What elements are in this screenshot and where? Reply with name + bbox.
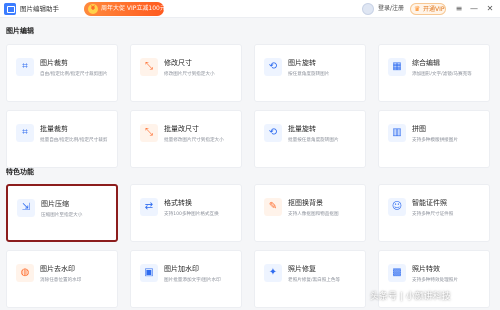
card-title: 照片修复 bbox=[288, 265, 316, 273]
card-collage[interactable]: ▥ 拼图 支持多种模版拼接图片 bbox=[378, 110, 490, 168]
id-photo-icon: ☺ bbox=[388, 198, 406, 216]
add-watermark-icon: ▣ bbox=[140, 264, 158, 282]
source-watermark: 头条号 | 小颜讲科技 bbox=[370, 292, 451, 302]
app-logo-icon bbox=[4, 3, 16, 15]
crop-icon: ⌗ bbox=[16, 58, 34, 76]
rotate-icon: ⟲ bbox=[264, 58, 282, 76]
card-title: 图片加水印 bbox=[164, 265, 199, 273]
repair-sparkle-icon: ✦ bbox=[264, 264, 282, 282]
card-description: 支持人像抠图和物品抠图 bbox=[288, 212, 339, 217]
compress-icon: ⇲ bbox=[17, 199, 35, 217]
card-description: 支持100多种图片格式互换 bbox=[164, 212, 219, 217]
card-description: 按任意角度旋转图片 bbox=[288, 72, 330, 77]
app-title: 图片编辑助手 bbox=[20, 5, 59, 13]
card-description: 支持多种模版拼接图片 bbox=[412, 138, 458, 143]
batch-resize-icon: ⤡ bbox=[140, 124, 158, 142]
user-avatar-icon[interactable] bbox=[362, 3, 374, 15]
card-title: 综合编辑 bbox=[412, 59, 440, 67]
card-batch-resize[interactable]: ⤡ 批量改尺寸 批量修改图片尺寸到指定大小 bbox=[130, 110, 242, 168]
card-add-watermark[interactable]: ▣ 图片加水印 图片批量添加文字/图片水印 bbox=[130, 250, 242, 308]
card-description: 修改图片尺寸到指定大小 bbox=[164, 72, 215, 77]
card-photo-repair[interactable]: ✦ 照片修复 老照片修复/黑白照上色等 bbox=[254, 250, 366, 308]
card-title: 图片旋转 bbox=[288, 59, 316, 67]
cutout-brush-icon: ✎ bbox=[264, 198, 282, 216]
card-title: 批量改尺寸 bbox=[164, 125, 199, 133]
card-title: 智能证件照 bbox=[412, 199, 447, 207]
promo-banner[interactable]: ¥ 周年大促 VIP立减100元 bbox=[84, 2, 166, 16]
collage-icon: ▥ bbox=[388, 124, 406, 142]
card-comprehensive-edit[interactable]: ▦ 综合编辑 添加图形/文字/滤镜/马赛克等 bbox=[378, 44, 490, 102]
open-vip-button[interactable]: ♛ 开通VIP bbox=[410, 3, 446, 15]
card-description: 批量修改图片尺寸到指定大小 bbox=[164, 138, 224, 143]
card-title: 批量旋转 bbox=[288, 125, 316, 133]
minimize-button[interactable]: — bbox=[468, 2, 480, 16]
effects-icon: ▩ bbox=[388, 264, 406, 282]
edit-grid-icon: ▦ bbox=[388, 58, 406, 76]
card-title: 拼图 bbox=[412, 125, 426, 133]
card-batch-rotate[interactable]: ⟲ 批量旋转 批量按任意角度旋转图片 bbox=[254, 110, 366, 168]
section-title-image-editing: 图片编辑 bbox=[6, 27, 34, 35]
remove-watermark-icon: ◍ bbox=[16, 264, 34, 282]
crown-icon: ♛ bbox=[414, 5, 421, 13]
card-remove-watermark[interactable]: ◍ 图片去水印 消除任意位置的水印 bbox=[6, 250, 118, 308]
batch-crop-icon: ⌗ bbox=[16, 124, 34, 142]
card-id-photo[interactable]: ☺ 智能证件照 支持多种尺寸证件照 bbox=[378, 184, 490, 242]
section-title-featured: 特色功能 bbox=[6, 168, 34, 176]
card-title: 抠图换背景 bbox=[288, 199, 323, 207]
card-description: 图片批量添加文字/图片水印 bbox=[164, 278, 221, 283]
card-title: 照片特效 bbox=[412, 265, 440, 273]
card-title: 图片压缩 bbox=[41, 200, 69, 208]
card-title: 图片裁剪 bbox=[40, 59, 68, 67]
card-description: 批量按任意角度旋转图片 bbox=[288, 138, 339, 143]
card-image-compress[interactable]: ⇲ 图片压缩 压缩图片至指定大小 bbox=[6, 184, 118, 242]
convert-icon: ⇄ bbox=[140, 198, 158, 216]
card-title: 图片去水印 bbox=[40, 265, 75, 273]
card-description: 消除任意位置的水印 bbox=[40, 278, 82, 283]
card-format-convert[interactable]: ⇄ 格式转换 支持100多种图片格式互换 bbox=[130, 184, 242, 242]
card-description: 添加图形/文字/滤镜/马赛克等 bbox=[412, 72, 472, 77]
card-description: 老照片修复/黑白照上色等 bbox=[288, 278, 341, 283]
login-register-link[interactable]: 登录/注册 bbox=[378, 3, 404, 15]
title-bar: 图片编辑助手 ¥ 周年大促 VIP立减100元 登录/注册 ♛ 开通VIP ≡ … bbox=[0, 0, 500, 18]
card-description: 压缩图片至指定大小 bbox=[41, 213, 83, 218]
open-vip-label: 开通VIP bbox=[423, 6, 445, 13]
card-description: 批量自由/指定比例/指定尺寸裁剪 bbox=[40, 138, 108, 143]
card-resize[interactable]: ⤡ 修改尺寸 修改图片尺寸到指定大小 bbox=[130, 44, 242, 102]
resize-icon: ⤡ bbox=[140, 58, 158, 76]
card-title: 修改尺寸 bbox=[164, 59, 192, 67]
card-title: 批量裁剪 bbox=[40, 125, 68, 133]
card-cutout-background[interactable]: ✎ 抠图换背景 支持人像抠图和物品抠图 bbox=[254, 184, 366, 242]
menu-icon[interactable]: ≡ bbox=[453, 2, 465, 16]
card-title: 格式转换 bbox=[164, 199, 192, 207]
promo-coin-icon: ¥ bbox=[88, 4, 98, 14]
card-rotate[interactable]: ⟲ 图片旋转 按任意角度旋转图片 bbox=[254, 44, 366, 102]
batch-rotate-icon: ⟲ bbox=[264, 124, 282, 142]
card-image-crop[interactable]: ⌗ 图片裁剪 自由/指定比例/指定尺寸裁剪图片 bbox=[6, 44, 118, 102]
promo-text: 周年大促 VIP立减100元 bbox=[101, 5, 166, 12]
card-description: 自由/指定比例/指定尺寸裁剪图片 bbox=[40, 72, 108, 77]
card-batch-crop[interactable]: ⌗ 批量裁剪 批量自由/指定比例/指定尺寸裁剪 bbox=[6, 110, 118, 168]
close-button[interactable]: ✕ bbox=[484, 2, 496, 16]
card-description: 支持多种尺寸证件照 bbox=[412, 212, 454, 217]
card-description: 支持多种特效处理照片 bbox=[412, 278, 458, 283]
